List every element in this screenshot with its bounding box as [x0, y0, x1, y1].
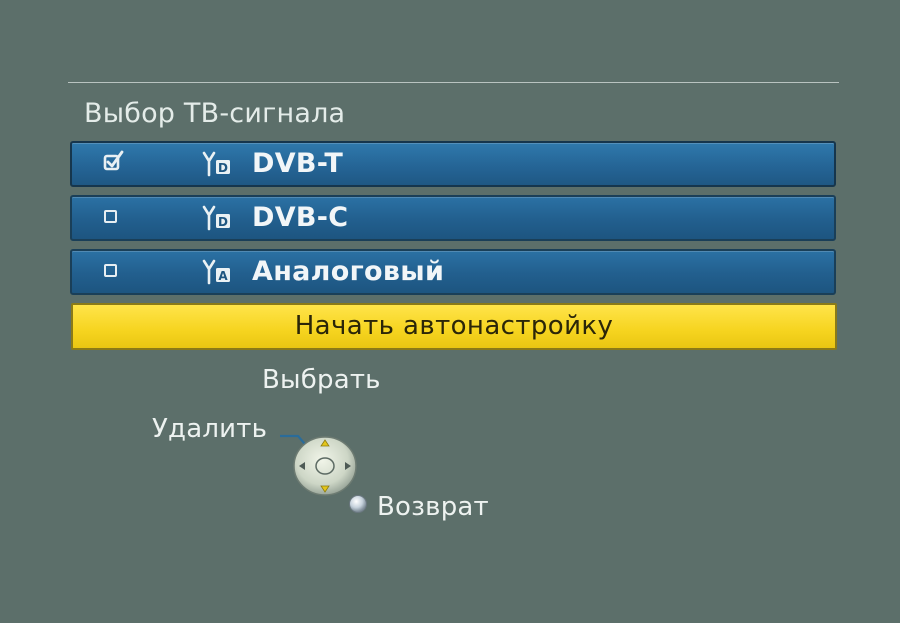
option-row-analog[interactable]: A Аналоговый — [70, 249, 836, 295]
svg-text:A: A — [218, 269, 228, 283]
hint-delete-label: Удалить — [152, 414, 268, 444]
checkbox-checked-icon[interactable] — [103, 149, 125, 171]
hint-return-label: Возврат — [377, 492, 489, 522]
dpad-icon — [293, 436, 357, 496]
option-label: DVB-T — [252, 148, 344, 179]
svg-text:D: D — [218, 161, 228, 175]
antenna-digital-icon: D — [202, 151, 230, 177]
option-row-dvb-c[interactable]: D DVB-C — [70, 195, 836, 241]
checkbox-unchecked-icon[interactable] — [104, 264, 117, 277]
return-button-icon — [349, 495, 367, 513]
antenna-analog-icon: A — [202, 259, 230, 285]
start-autotune-button[interactable]: Начать автонастройку — [71, 303, 837, 350]
option-row-dvb-t[interactable]: D DVB-T — [70, 141, 836, 187]
svg-text:D: D — [218, 215, 228, 229]
checkbox-unchecked-icon[interactable] — [104, 210, 117, 223]
option-label: Аналоговый — [252, 256, 445, 287]
option-label: DVB-C — [252, 202, 349, 233]
top-divider — [68, 82, 839, 83]
menu-title: Выбор ТВ-сигнала — [84, 98, 346, 129]
hint-select-label: Выбрать — [262, 365, 381, 395]
antenna-digital-icon: D — [202, 205, 230, 231]
